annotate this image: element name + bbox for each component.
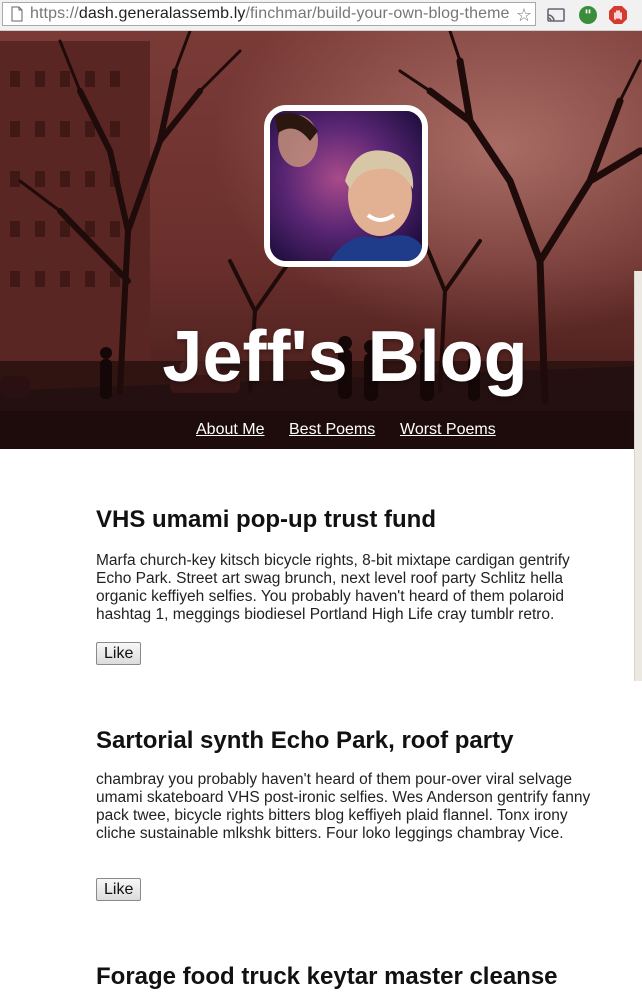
- svg-text:": ": [584, 8, 591, 24]
- avatar: [264, 105, 428, 267]
- page-icon: [11, 6, 23, 22]
- quote-extension-icon[interactable]: ": [578, 5, 598, 25]
- post-body: Marfa church-key kitsch bicycle rights, …: [96, 552, 570, 623]
- post-body: chambray you probably haven't heard of t…: [96, 771, 591, 842]
- post-title: Sartorial synth Echo Park, roof party: [96, 727, 514, 754]
- url-protocol: https://: [30, 5, 79, 22]
- nav-link-worst-poems[interactable]: Worst Poems: [400, 421, 496, 439]
- like-button[interactable]: Like: [96, 878, 142, 901]
- browser-toolbar: https://dash.generalassemb.ly/finchmar/b…: [0, 0, 642, 31]
- url-host: dash.generalassemb.ly: [78, 5, 246, 22]
- like-button[interactable]: Like: [96, 642, 142, 665]
- blog-post: Sartorial synth Echo Park, roof party ch…: [96, 727, 596, 901]
- cast-icon[interactable]: [546, 5, 566, 25]
- address-url[interactable]: https://dash.generalassemb.ly/finchmar/b…: [30, 5, 510, 23]
- blog-post: Forage food truck keytar master cleanse: [96, 963, 596, 991]
- address-bar[interactable]: https://dash.generalassemb.ly/finchmar/b…: [2, 2, 536, 26]
- nav-link-best-poems[interactable]: Best Poems: [289, 421, 375, 439]
- stop-hand-icon[interactable]: [608, 5, 628, 25]
- page-scrollbar[interactable]: [634, 271, 642, 681]
- post-title: Forage food truck keytar master cleanse: [96, 963, 558, 990]
- avatar-photo: [270, 111, 422, 261]
- nav-link-about-me[interactable]: About Me: [196, 421, 264, 439]
- url-path: /finchmar/build-your-own-blog-theme: [245, 5, 510, 22]
- star-icon[interactable]: ☆: [516, 4, 532, 25]
- blog-header: Jeff's Blog About Me Best Poems Worst Po…: [0, 31, 642, 449]
- blog-title: Jeff's Blog: [162, 317, 528, 397]
- blog-nav: About Me Best Poems Worst Poems: [0, 411, 642, 449]
- post-title: VHS umami pop-up trust fund: [96, 506, 436, 533]
- blog-post: VHS umami pop-up trust fund Marfa church…: [96, 506, 596, 665]
